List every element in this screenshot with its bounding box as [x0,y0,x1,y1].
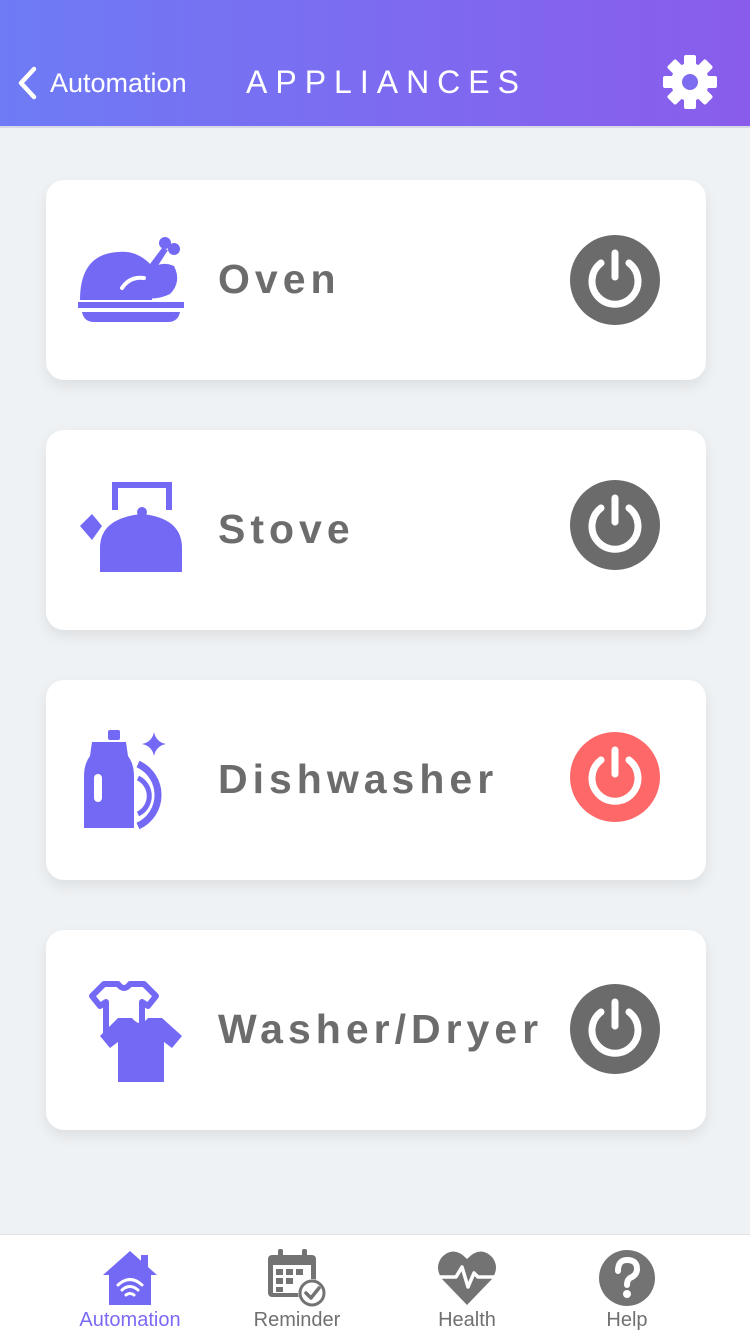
tab-bar: Automation Reminder Health Help [0,1234,750,1335]
power-button-washer-dryer[interactable] [570,984,660,1074]
power-button-stove[interactable] [570,480,660,570]
appliance-name: Washer/Dryer [218,1006,544,1052]
tab-health[interactable]: Health [392,1235,542,1335]
appliance-card-stove[interactable]: Stove [46,430,706,630]
gear-icon [663,55,717,109]
power-button-oven[interactable] [570,235,660,325]
page-title: APPLIANCES [246,64,527,100]
appliance-name: Oven [218,256,341,302]
appliance-card-washer-dryer[interactable]: Washer/Dryer [46,930,706,1130]
tab-automation[interactable]: Automation [55,1235,205,1335]
tab-reminder[interactable]: Reminder [222,1235,372,1335]
tab-help[interactable]: Help [552,1235,702,1335]
power-icon [570,235,660,325]
appliance-name: Stove [218,506,355,552]
tab-label: Help [606,1309,648,1331]
calendar-check-icon [268,1249,326,1307]
appliance-card-dishwasher[interactable]: Dishwasher [46,680,706,880]
back-button[interactable]: Automation [14,60,187,106]
tab-label: Automation [79,1309,181,1331]
back-label: Automation [50,67,187,98]
heart-pulse-icon [436,1251,498,1305]
smart-home-icon [103,1251,157,1305]
power-icon [570,732,660,822]
tab-label: Reminder [253,1309,341,1331]
laundry-shirts-icon [89,981,182,1082]
appliance-name: Dishwasher [218,756,499,802]
power-icon [570,984,660,1074]
power-button-dishwasher[interactable] [570,732,660,822]
top-bar: Automation APPLIANCES [0,0,750,128]
chevron-left-icon [18,66,37,100]
question-circle-icon [599,1250,655,1306]
appliance-card-oven[interactable]: Oven [46,180,706,380]
roast-chicken-icon [78,237,184,322]
tab-label: Health [438,1309,496,1331]
dish-soap-icon [84,730,166,830]
settings-button[interactable] [660,52,720,112]
kettle-icon [80,482,182,572]
power-icon [570,480,660,570]
